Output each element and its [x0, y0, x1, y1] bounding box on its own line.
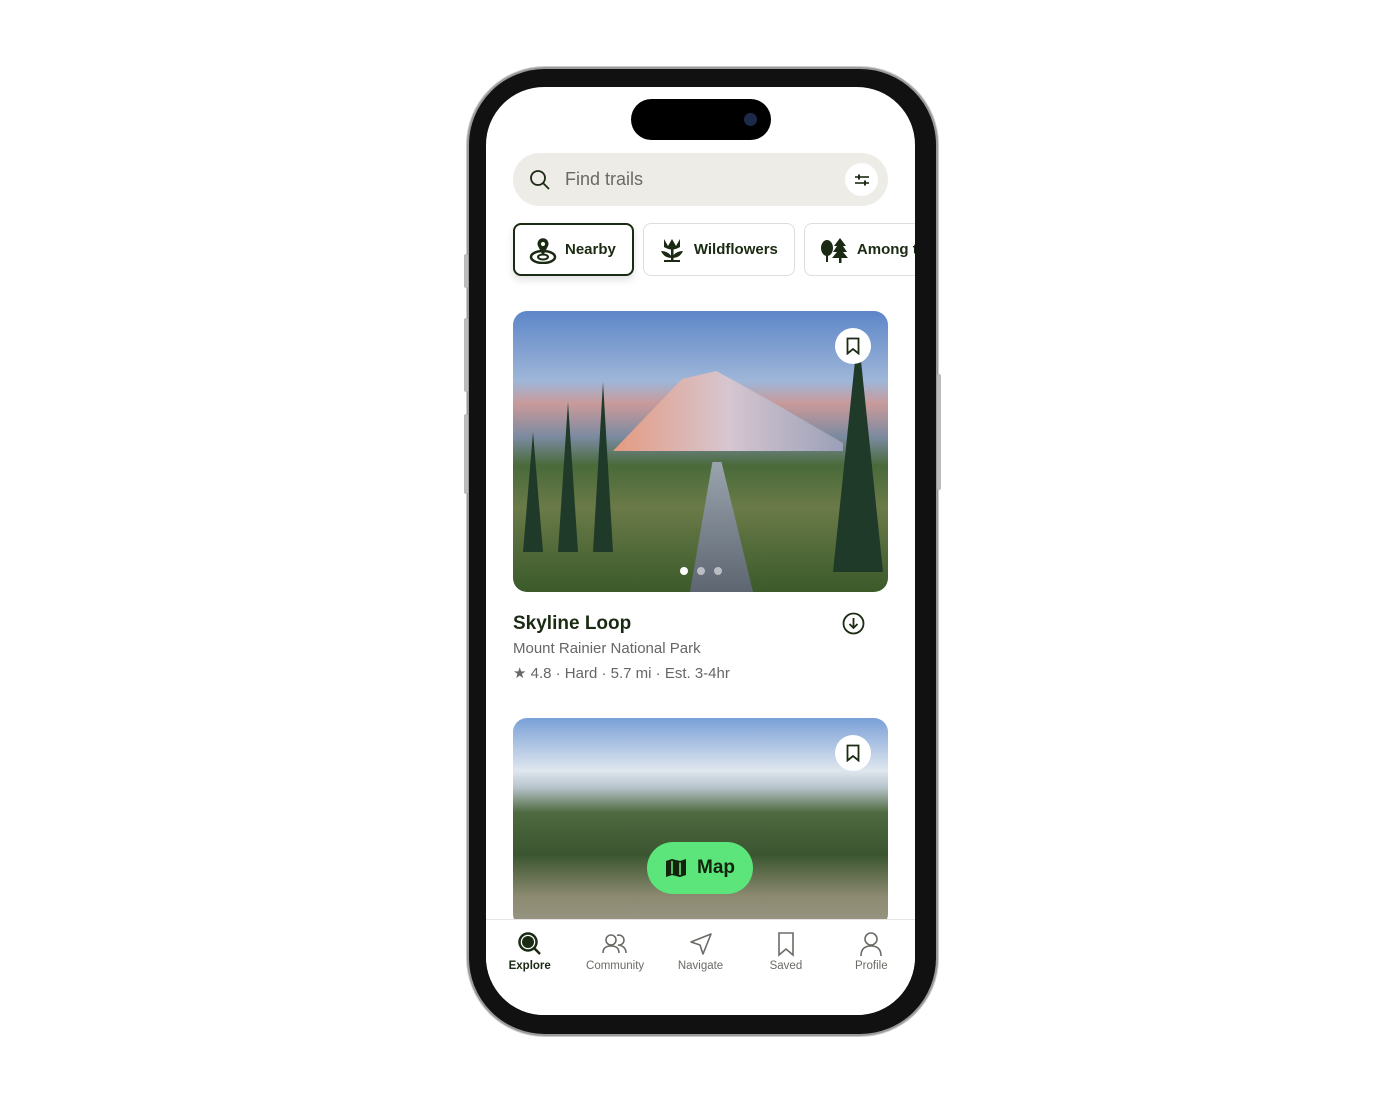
trail-meta: ★ 4.8 · Hard · 5.7 mi · Est. 3-4hr [513, 664, 730, 682]
flower-icon [660, 238, 683, 262]
bookmark-icon [846, 337, 860, 355]
chip-nearby[interactable]: Nearby [513, 223, 634, 276]
nav-label: Explore [508, 960, 551, 972]
nav-profile[interactable]: Profile [829, 920, 914, 1015]
trees-icon [820, 237, 848, 263]
volume-up-button [464, 318, 468, 392]
map-button[interactable]: Map [647, 842, 753, 894]
nav-saved[interactable]: Saved [743, 920, 828, 1015]
search-placeholder: Find trails [565, 169, 644, 189]
explore-icon [517, 932, 541, 955]
trail-name[interactable]: Skyline Loop [513, 613, 631, 635]
download-button[interactable] [842, 612, 865, 640]
chip-label: Wildflowers [693, 241, 778, 258]
camera-icon [744, 113, 757, 126]
location-pin-icon [529, 237, 557, 264]
map-label: Map [697, 857, 735, 878]
star-icon: ★ [513, 665, 527, 682]
volume-down-button [464, 414, 468, 494]
mountain-shape [613, 371, 843, 451]
carousel-dots [679, 567, 722, 575]
profile-icon [860, 932, 883, 957]
bookmark-icon [846, 744, 860, 762]
action-button [464, 254, 468, 288]
trail-photo-carousel[interactable] [513, 718, 888, 928]
screen: Find trails Nearby Wildflowers Among the… [486, 87, 915, 1015]
bookmark-button[interactable] [835, 328, 871, 364]
map-icon [666, 859, 686, 877]
bottom-nav: Explore Community Navigate Saved Profile [486, 919, 915, 1015]
nav-navigate[interactable]: Navigate [658, 920, 743, 1015]
nav-explore[interactable]: Explore [487, 920, 572, 1015]
bookmark-icon [778, 932, 794, 957]
trail-park: Mount Rainier National Park [513, 640, 701, 657]
community-icon [602, 934, 627, 954]
category-chips: Nearby Wildflowers Among the trees [513, 223, 915, 276]
chip-among-the-trees[interactable]: Among the trees [803, 223, 915, 276]
navigate-icon [689, 933, 712, 955]
nav-label: Profile [855, 960, 888, 972]
search-icon [530, 169, 550, 190]
bookmark-button[interactable] [835, 735, 871, 771]
search-input[interactable]: Find trails [513, 153, 888, 206]
power-button [937, 374, 941, 490]
download-icon [842, 612, 865, 635]
carousel-dot[interactable] [713, 567, 722, 575]
chip-label: Nearby [565, 241, 616, 258]
chip-wildflowers[interactable]: Wildflowers [642, 223, 795, 276]
chip-label: Among the trees [856, 241, 915, 258]
trail-stats: 4.8 · Hard · 5.7 mi · Est. 3-4hr [530, 665, 730, 682]
nav-label: Community [586, 960, 645, 972]
dynamic-island [631, 99, 771, 140]
filter-button[interactable] [845, 163, 878, 196]
carousel-dot[interactable] [696, 567, 705, 575]
carousel-dot[interactable] [679, 567, 688, 575]
nav-label: Saved [769, 960, 803, 972]
nav-community[interactable]: Community [572, 920, 657, 1015]
trail-photo-carousel[interactable] [513, 311, 888, 592]
nav-label: Navigate [677, 960, 724, 972]
sliders-icon [854, 174, 869, 185]
